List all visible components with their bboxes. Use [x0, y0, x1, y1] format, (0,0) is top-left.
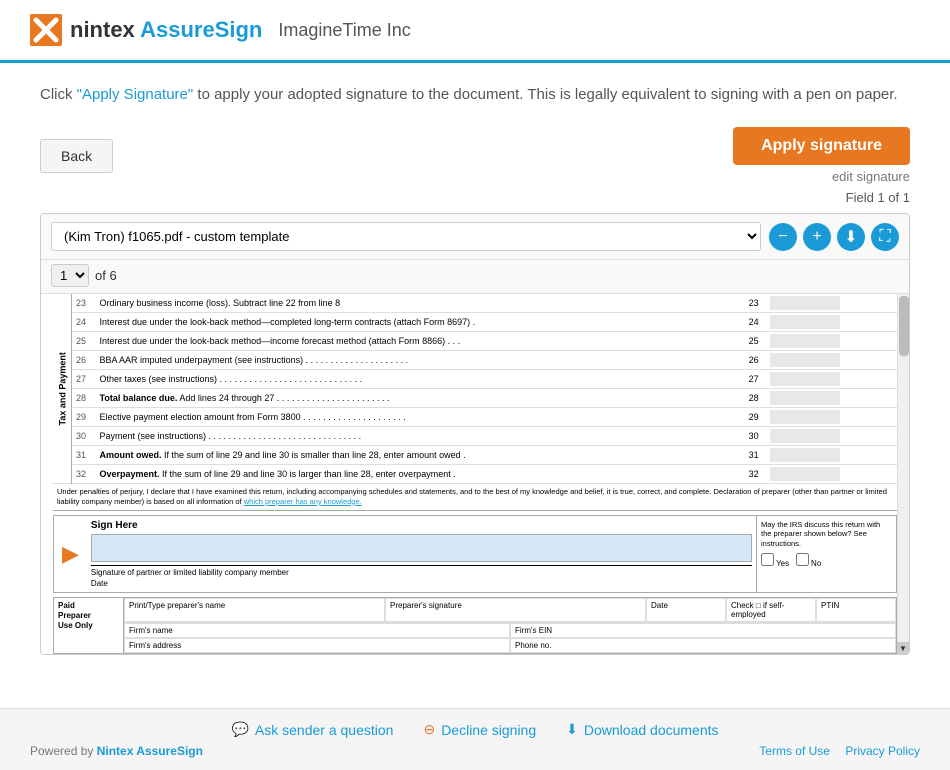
chat-icon: 💬: [231, 721, 248, 738]
paid-header-row: PaidPreparerUse Only Print/Type preparer…: [54, 598, 896, 654]
page-row: 123456 of 6: [41, 260, 909, 294]
yes-checkbox[interactable]: [761, 553, 774, 566]
footer: 💬 Ask sender a question ⊖ Decline signin…: [0, 708, 950, 770]
main-content: Click "Apply Signature" to apply your ad…: [0, 63, 950, 665]
brand-name: nintex AssureSign: [70, 17, 262, 43]
scrollbar-thumb: [899, 296, 909, 356]
nintex-logo-icon: [30, 14, 62, 46]
expand-icon: ⛶: [879, 228, 890, 246]
table-row: 32 Overpayment. If the sum of line 29 an…: [53, 465, 897, 484]
apply-signature-button[interactable]: Apply signature: [733, 127, 910, 165]
form-content: Tax and Payment 23 Ordinary business inc…: [41, 294, 909, 654]
signature-box[interactable]: [91, 534, 752, 562]
table-row: 31 Amount owed. If the sum of line 29 an…: [53, 446, 897, 465]
download-documents-link[interactable]: ⬇ Download documents: [566, 721, 718, 738]
powered-by: Powered by Nintex AssureSign: [30, 744, 203, 758]
terms-link[interactable]: Terms of Use: [759, 744, 830, 758]
toolbar-icons: − + ⬇ ⛶: [769, 223, 899, 251]
back-button[interactable]: Back: [40, 139, 113, 173]
zoom-out-button[interactable]: −: [769, 223, 797, 251]
field-indicator: Field 1 of 1: [40, 190, 910, 205]
paid-row-2: Firm's name Firm's EIN: [124, 623, 896, 638]
download-button[interactable]: ⬇: [837, 223, 865, 251]
sign-here-label: Sign Here: [91, 520, 752, 531]
paid-header-label: PaidPreparerUse Only: [54, 598, 124, 653]
brand-link: Nintex AssureSign: [97, 744, 203, 758]
penalty-link[interactable]: which preparer has any knowledge.: [244, 497, 362, 506]
decline-signing-link[interactable]: ⊖ Decline signing: [423, 721, 536, 738]
zoom-in-button[interactable]: +: [803, 223, 831, 251]
date-row: Date: [91, 579, 752, 588]
paid-preparer-section: PaidPreparerUse Only Print/Type preparer…: [53, 597, 897, 655]
preparer-sig-field: Preparer's signature: [385, 598, 646, 622]
doc-toolbar: (Kim Tron) f1065.pdf - custom template −…: [41, 214, 909, 260]
decline-label: Decline signing: [441, 722, 536, 738]
table-row: 28 Total balance due. Add lines 24 throu…: [53, 389, 897, 408]
table-row: Tax and Payment 23 Ordinary business inc…: [53, 294, 897, 313]
document-viewer: (Kim Tron) f1065.pdf - custom template −…: [40, 213, 910, 655]
section-label: Tax and Payment: [53, 294, 72, 484]
paid-row-1: Print/Type preparer's name Preparer's si…: [124, 598, 896, 623]
logo: nintex AssureSign ImagineTime Inc: [30, 14, 411, 46]
sign-arrow: ▶: [54, 516, 87, 592]
date-label: Date: [91, 579, 108, 588]
no-checkbox[interactable]: [796, 553, 809, 566]
paid-fields-area: Print/Type preparer's name Preparer's si…: [124, 598, 896, 653]
yes-label: Yes: [776, 559, 789, 568]
footer-bottom: Powered by Nintex AssureSign Terms of Us…: [30, 744, 920, 758]
client-name: ImagineTime Inc: [278, 20, 410, 41]
table-row: 30 Payment (see instructions) . . . . . …: [53, 427, 897, 446]
sign-here-section: ▶ Sign Here Signature of partner or limi…: [53, 515, 897, 593]
instruction-text: Click "Apply Signature" to apply your ad…: [40, 83, 910, 107]
privacy-link[interactable]: Privacy Policy: [845, 744, 920, 758]
no-label: No: [811, 559, 821, 568]
yes-no-row: Yes No: [761, 553, 892, 568]
ask-question-label: Ask sender a question: [255, 722, 394, 738]
penalty-text: Under penalties of perjury, I declare th…: [53, 484, 897, 511]
header: nintex AssureSign ImagineTime Inc: [0, 0, 950, 63]
firm-address-field: Firm's address: [124, 638, 510, 653]
download-label: Download documents: [584, 722, 719, 738]
document-select[interactable]: (Kim Tron) f1065.pdf - custom template: [51, 222, 761, 251]
document-body: Tax and Payment 23 Ordinary business inc…: [41, 294, 909, 654]
page-select[interactable]: 123456: [51, 264, 89, 287]
paid-row-3: Firm's address Phone no.: [124, 638, 896, 653]
table-row: 29 Elective payment election amount from…: [53, 408, 897, 427]
minus-icon: −: [778, 228, 787, 246]
download-doc-icon: ⬇: [566, 721, 578, 738]
right-actions: Apply signature edit signature: [733, 127, 910, 184]
table-row: 25 Interest due under the look-back meth…: [53, 332, 897, 351]
irs-discuss-text: May the IRS discuss this return with the…: [761, 520, 892, 549]
page-total: of 6: [95, 268, 117, 283]
ptin-field: PTIN: [816, 598, 896, 622]
table-row: 27 Other taxes (see instructions) . . . …: [53, 370, 897, 389]
form-area: Tax and Payment 23 Ordinary business inc…: [41, 294, 909, 654]
table-row: 26 BBA AAR imputed underpayment (see ins…: [53, 351, 897, 370]
phone-field: Phone no.: [510, 638, 896, 653]
plus-icon: +: [812, 228, 821, 246]
fullscreen-button[interactable]: ⛶: [871, 223, 899, 251]
sign-underline: Signature of partner or limited liabilit…: [91, 565, 752, 577]
preparer-name-field: Print/Type preparer's name: [124, 598, 385, 622]
scroll-down-arrow[interactable]: ▼: [897, 642, 909, 654]
decline-icon: ⊖: [423, 721, 435, 738]
legal-links: Terms of Use Privacy Policy: [747, 744, 920, 758]
date-field: Date: [646, 598, 726, 622]
self-employed-field: Check □ if self-employed: [726, 598, 816, 622]
sign-content: Sign Here Signature of partner or limite…: [87, 516, 756, 592]
firm-name-field: Firm's name: [124, 623, 510, 638]
ask-question-link[interactable]: 💬 Ask sender a question: [231, 721, 393, 738]
download-icon: ⬇: [844, 227, 857, 247]
footer-links: 💬 Ask sender a question ⊖ Decline signin…: [30, 721, 920, 738]
vertical-scrollbar[interactable]: ▼: [897, 294, 909, 654]
firm-ein-field: Firm's EIN: [510, 623, 896, 638]
table-row: 24 Interest due under the look-back meth…: [53, 313, 897, 332]
action-row: Back Apply signature edit signature: [40, 127, 910, 184]
edit-signature-link[interactable]: edit signature: [832, 169, 910, 184]
irs-discuss: May the IRS discuss this return with the…: [756, 516, 896, 592]
form-table: Tax and Payment 23 Ordinary business inc…: [53, 294, 897, 484]
